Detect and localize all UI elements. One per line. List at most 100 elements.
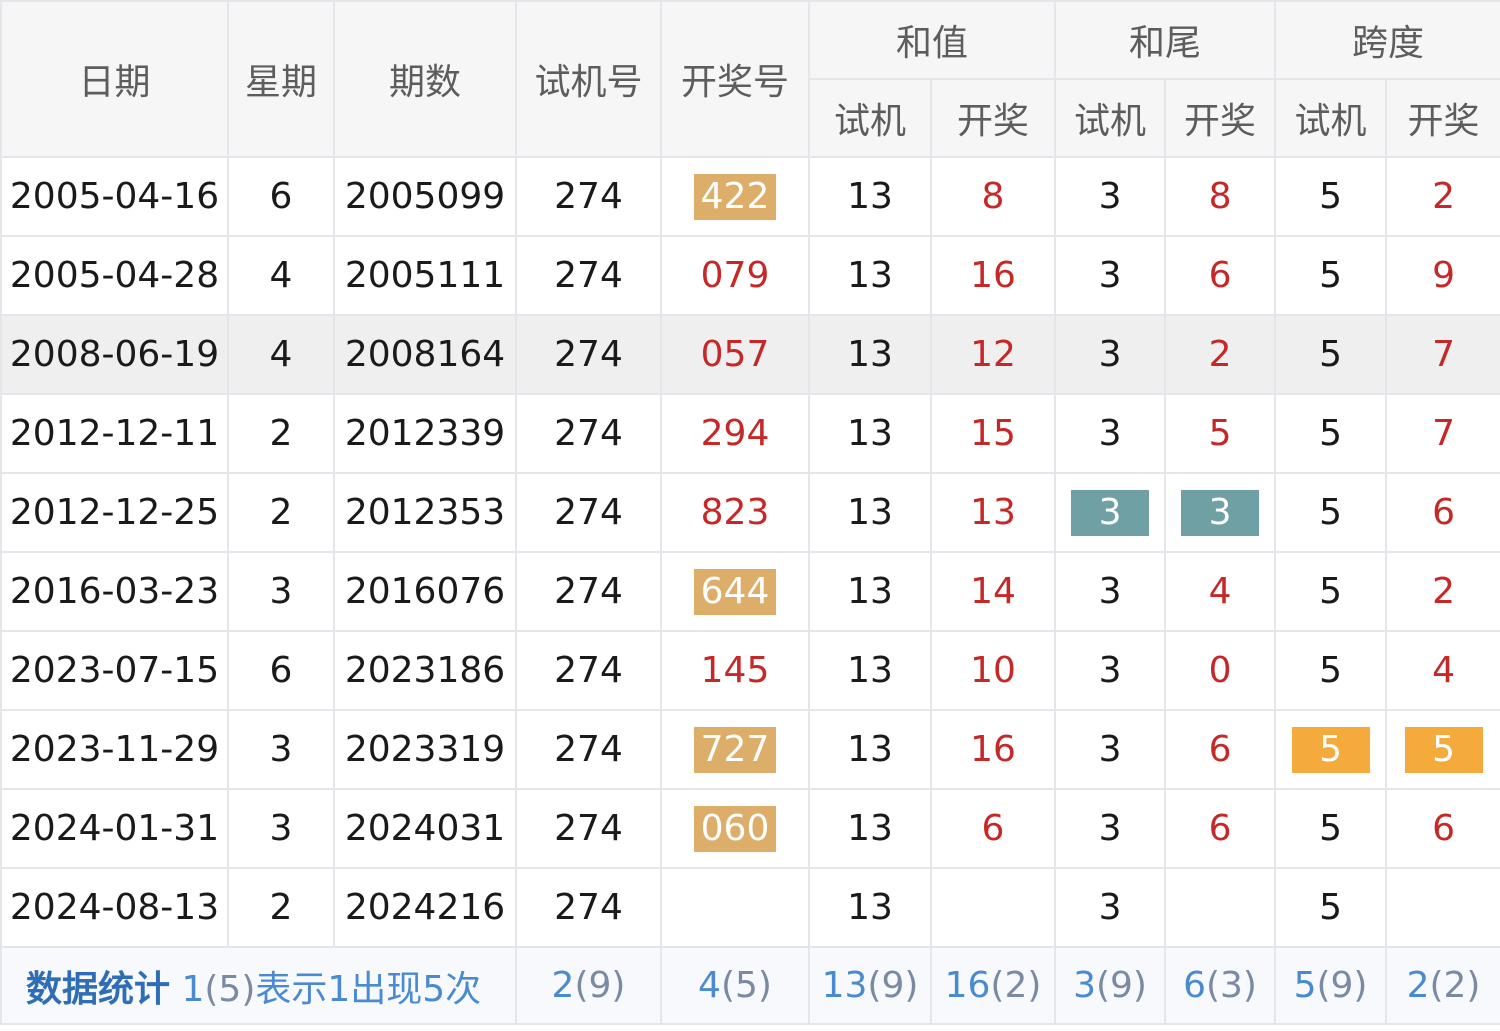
cell-issue: 2023186	[333, 630, 517, 711]
cell-date: 2008-06-19	[0, 314, 229, 395]
highlight-badge: 3	[1181, 489, 1260, 536]
cell-test-number: 274	[515, 709, 662, 790]
stat-sum-test: 13(9)	[808, 946, 932, 1025]
cell-value: 0	[1208, 650, 1232, 691]
cell-value: 2023319	[344, 729, 506, 770]
cell-value: 6	[269, 650, 293, 691]
cell-test-number: 274	[515, 551, 662, 632]
cell-weekday: 3	[227, 788, 335, 869]
cell-value: 2016076	[344, 571, 506, 612]
stat-tail-test: 3(9)	[1054, 946, 1167, 1025]
cell-tail-draw: 0	[1164, 630, 1277, 711]
cell-test-number: 274	[515, 393, 662, 474]
cell-test-number: 274	[515, 472, 662, 553]
cell-value: 6	[269, 176, 293, 217]
cell-issue: 2008164	[333, 314, 517, 395]
stats-label-cell: 数据统计 1(5)表示1出现5次	[0, 946, 517, 1025]
cell-value: 3	[1098, 413, 1122, 454]
cell-value: 5	[1319, 571, 1342, 612]
stat-test-number: 2(9)	[515, 946, 662, 1025]
cell-value: 14	[970, 571, 1016, 612]
cell-value: 2	[1432, 176, 1455, 217]
cell-value: 2023-11-29	[9, 729, 220, 770]
table-row: 2008-06-19 4 2008164 274 057 13 12 3 2 5 7	[0, 314, 1500, 395]
cell-sum-test: 13	[808, 314, 932, 395]
cell-value: 3	[269, 571, 293, 612]
cell-date: 2024-01-31	[0, 788, 229, 869]
cell-span-test: 5	[1274, 709, 1388, 790]
cell-sum-test: 13	[808, 630, 932, 711]
cell-value: 2023186	[344, 650, 506, 691]
cell-weekday: 6	[227, 156, 335, 237]
cell-span-test: 5	[1274, 788, 1388, 869]
cell-weekday: 3	[227, 709, 335, 790]
cell-sum-draw: 16	[929, 235, 1057, 316]
highlight-badge: 060	[694, 805, 776, 852]
cell-issue: 2005111	[333, 235, 517, 316]
cell-weekday: 4	[227, 235, 335, 316]
cell-value: 2012-12-11	[9, 413, 220, 454]
cell-value: 2024-01-31	[9, 808, 220, 849]
cell-value: 2016-03-23	[9, 571, 220, 612]
table-row: 2016-03-23 3 2016076 274 644 13 14 3 4 5 2	[0, 551, 1500, 632]
cell-tail-test: 3	[1054, 630, 1167, 711]
cell-date: 2012-12-25	[0, 472, 229, 553]
cell-value: 2012-12-25	[9, 492, 220, 533]
cell-value: 6	[1432, 492, 1455, 533]
table-row: 2023-07-15 6 2023186 274 145 13 10 3 0 5 4	[0, 630, 1500, 711]
cell-value: 5	[1319, 334, 1342, 375]
table-header: 日期 星期 期数 试机号 开奖号 和值 和尾 跨度 试机 开奖 试机 开奖 试机…	[0, 0, 1500, 158]
cell-value: 13	[847, 808, 893, 849]
cell-value: 6	[981, 808, 1005, 849]
highlight-badge: 422	[694, 173, 776, 220]
cell-value: 13	[970, 492, 1016, 533]
cell-date: 2016-03-23	[0, 551, 229, 632]
cell-weekday: 4	[227, 314, 335, 395]
cell-span-draw: 5	[1385, 709, 1500, 790]
subheader-sum-draw: 开奖	[929, 78, 1057, 158]
cell-sum-test: 13	[808, 472, 932, 553]
highlight-badge: 3	[1071, 489, 1150, 536]
cell-draw-number: 644	[660, 551, 810, 632]
cell-value: 8	[1208, 176, 1232, 217]
cell-value: 2005-04-28	[9, 255, 220, 296]
cell-test-number: 274	[515, 630, 662, 711]
subheader-span-test: 试机	[1274, 78, 1388, 158]
cell-value: 4	[1432, 650, 1455, 691]
cell-value: 5	[1319, 887, 1342, 928]
cell-tail-test: 3	[1054, 551, 1167, 632]
lottery-history-table: 日期 星期 期数 试机号 开奖号 和值 和尾 跨度 试机 开奖 试机 开奖 试机…	[0, 0, 1500, 1025]
cell-draw-number	[660, 867, 810, 948]
cell-value: 6	[1208, 255, 1232, 296]
cell-value: 13	[847, 413, 893, 454]
cell-value: 2012339	[344, 413, 506, 454]
cell-tail-test: 3	[1054, 314, 1167, 395]
cell-value: 823	[700, 492, 770, 533]
stats-note-count: (5)	[204, 968, 256, 1010]
cell-value: 6	[1208, 808, 1232, 849]
cell-value: 13	[847, 255, 893, 296]
header-span: 跨度	[1274, 0, 1500, 80]
cell-tail-draw: 6	[1164, 788, 1277, 869]
cell-tail-test: 3	[1054, 788, 1167, 869]
cell-value: 13	[847, 887, 893, 928]
cell-sum-test: 13	[808, 709, 932, 790]
cell-value: 2005-04-16	[9, 176, 220, 217]
cell-value: 15	[970, 413, 1016, 454]
cell-span-test: 5	[1274, 630, 1388, 711]
cell-value: 3	[1098, 255, 1122, 296]
cell-value: 4	[269, 255, 293, 296]
table-row: 2012-12-25 2 2012353 274 823 13 13 3 3 5 6	[0, 472, 1500, 553]
cell-test-number: 274	[515, 867, 662, 948]
cell-value: 3	[269, 729, 293, 770]
cell-value: 13	[847, 334, 893, 375]
cell-value: 2	[1432, 571, 1455, 612]
cell-span-draw: 6	[1385, 788, 1500, 869]
stats-label: 数据统计	[26, 968, 171, 1010]
cell-date: 2024-08-13	[0, 867, 229, 948]
cell-value: 16	[970, 255, 1016, 296]
cell-date: 2023-11-29	[0, 709, 229, 790]
cell-span-test: 5	[1274, 472, 1388, 553]
cell-value: 5	[1208, 413, 1232, 454]
cell-sum-draw: 15	[929, 393, 1057, 474]
